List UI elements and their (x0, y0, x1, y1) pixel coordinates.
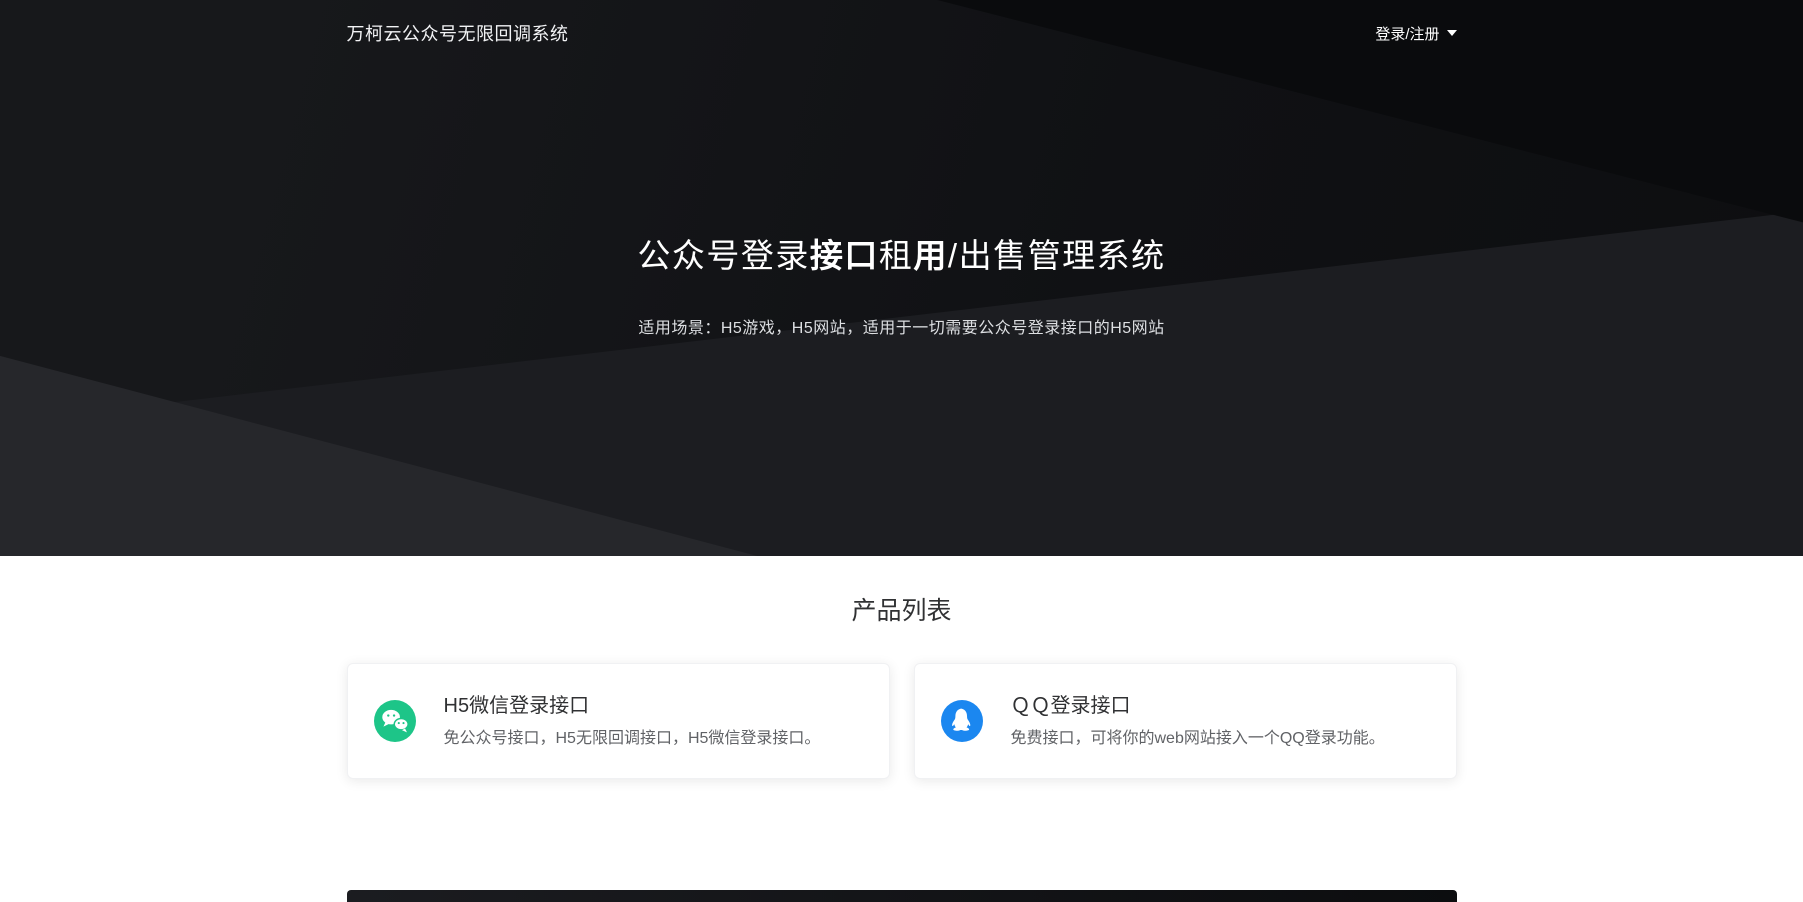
footer-dark-panel (347, 890, 1457, 902)
product-card-text: ＱＱ登录接口 免费接口，可将你的web网站接入一个QQ登录功能。 (1011, 693, 1385, 750)
qq-icon (941, 700, 983, 742)
product-card-description: 免费接口，可将你的web网站接入一个QQ登录功能。 (1011, 728, 1385, 750)
hero-title-segment: 公众号登录 (637, 237, 810, 274)
top-navbar: 万柯云公众号无限回调系统 登录/注册 (347, 0, 1457, 46)
brand-title[interactable]: 万柯云公众号无限回调系统 (347, 20, 569, 46)
product-card-wechat[interactable]: H5微信登录接口 免公众号接口，H5无限回调接口，H5微信登录接口。 (347, 663, 890, 779)
hero-title-segment-bold: 接口 (810, 237, 879, 274)
auth-menu-label: 登录/注册 (1375, 23, 1439, 44)
wechat-icon (374, 700, 416, 742)
product-cards-row: H5微信登录接口 免公众号接口，H5无限回调接口，H5微信登录接口。 ＱＱ登录接… (347, 663, 1457, 779)
footer-panel-container (347, 890, 1457, 902)
product-card-title: H5微信登录接口 (444, 693, 821, 719)
hero-title: 公众号登录接口租用/出售管理系统 (0, 234, 1803, 278)
product-card-description: 免公众号接口，H5无限回调接口，H5微信登录接口。 (444, 728, 821, 750)
hero-subtitle: 适用场景：H5游戏，H5网站，适用于一切需要公众号登录接口的H5网站 (0, 314, 1803, 338)
page: 万柯云公众号无限回调系统 登录/注册 公众号登录接口租用/出售管理系统 适用场景… (0, 0, 1803, 902)
auth-menu[interactable]: 登录/注册 (1375, 23, 1456, 44)
hero-content: 公众号登录接口租用/出售管理系统 适用场景：H5游戏，H5网站，适用于一切需要公… (0, 46, 1803, 338)
product-card-qq[interactable]: ＱＱ登录接口 免费接口，可将你的web网站接入一个QQ登录功能。 (914, 663, 1457, 779)
hero-banner: 万柯云公众号无限回调系统 登录/注册 公众号登录接口租用/出售管理系统 适用场景… (0, 0, 1803, 556)
products-heading: 产品列表 (0, 594, 1803, 628)
hero-title-segment-bold: 用 (913, 237, 948, 274)
hero-title-segment: /出售管理系统 (948, 237, 1166, 274)
hero-title-segment: 租 (879, 237, 914, 274)
product-card-text: H5微信登录接口 免公众号接口，H5无限回调接口，H5微信登录接口。 (444, 693, 821, 750)
products-section: 产品列表 H5微信登 (0, 594, 1803, 902)
product-card-title: ＱＱ登录接口 (1011, 693, 1385, 719)
chevron-down-icon (1447, 30, 1457, 36)
